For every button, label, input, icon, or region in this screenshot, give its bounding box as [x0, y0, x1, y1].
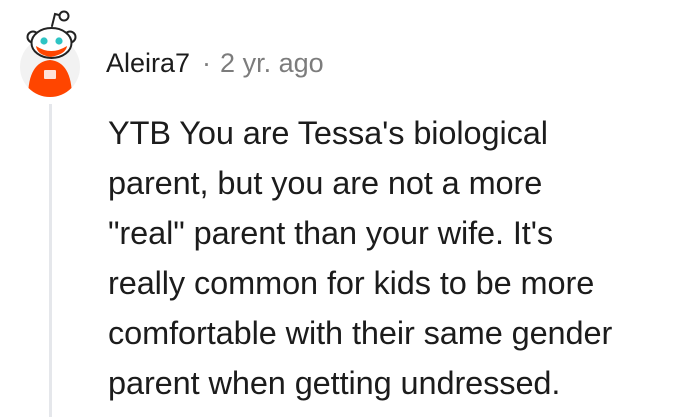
comment-timestamp[interactable]: 2 yr. ago	[220, 43, 324, 83]
comment-body-line: parent, but you are not a more	[108, 165, 543, 201]
comment-body-line: YTB You are Tessa's biological	[108, 115, 548, 151]
snoo-avatar-icon	[20, 10, 80, 97]
comment-meta: Aleira7 · 2 yr. ago	[106, 43, 324, 83]
author-name[interactable]: Aleira7	[106, 43, 190, 83]
meta-separator: ·	[202, 48, 212, 78]
comment-body-line: "real" parent than your wife. It's	[108, 215, 553, 251]
comment-body: YTB You are Tessa's biological parent, b…	[108, 108, 700, 408]
thread-line[interactable]	[49, 104, 52, 417]
user-avatar[interactable]	[14, 4, 88, 98]
comment-body-line: parent when getting undressed.	[108, 365, 561, 401]
comment-body-line: comfortable with their same gender	[108, 315, 613, 351]
comment-body-line: really common for kids to be more	[108, 265, 595, 301]
comment: Aleira7 · 2 yr. ago YTB You are Tessa's …	[0, 0, 700, 417]
